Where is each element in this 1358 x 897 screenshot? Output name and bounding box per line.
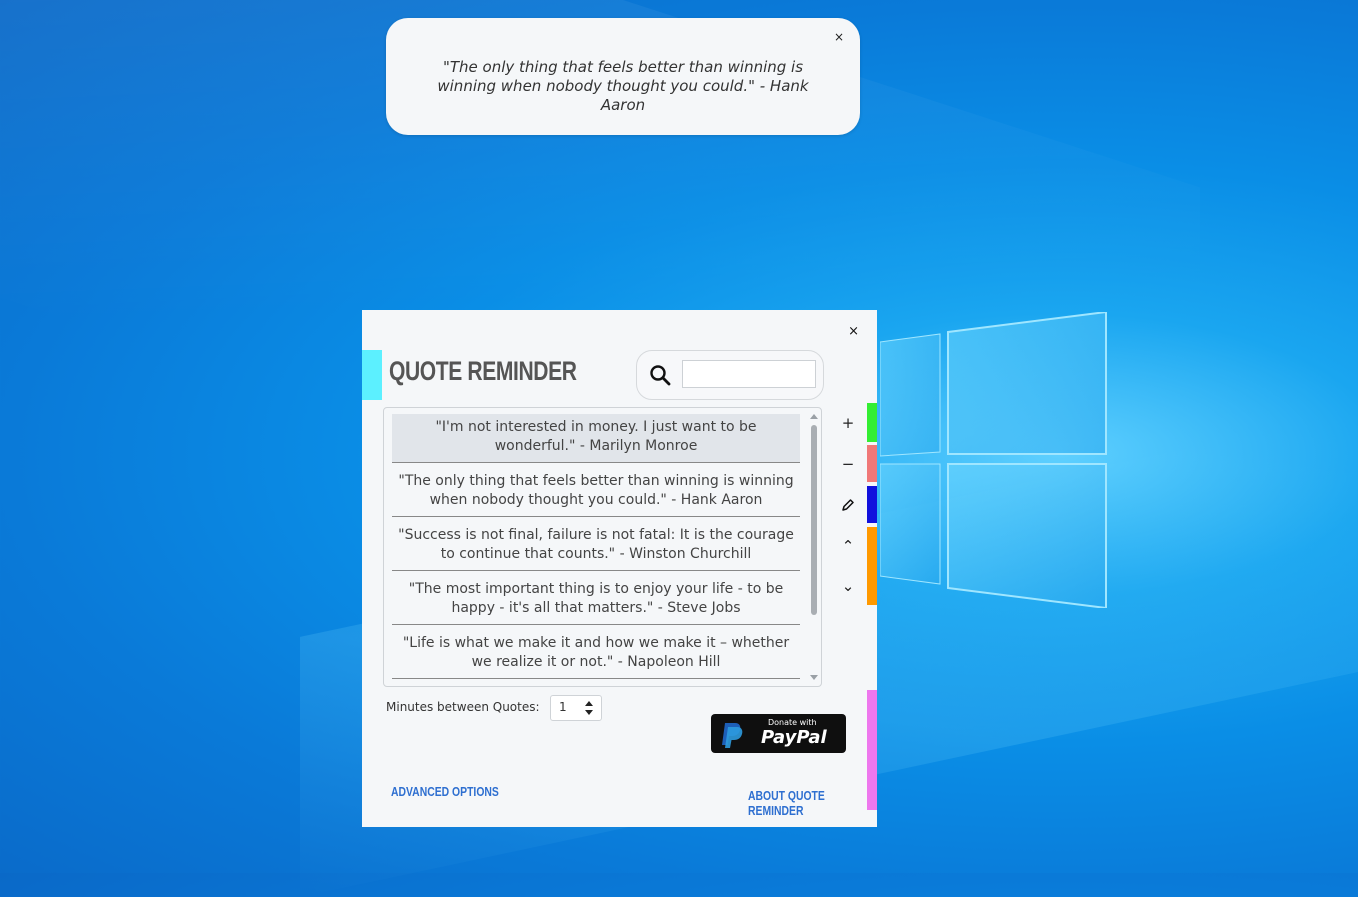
quote-list[interactable]: "I'm not interested in money. I just wan…	[383, 407, 822, 687]
add-quote-button[interactable]: +	[838, 413, 858, 433]
quote-list-items: "I'm not interested in money. I just wan…	[392, 414, 800, 679]
pencil-icon	[842, 499, 854, 511]
quote-reminder-window: × QUOTE REMINDER "I'm not interested in …	[362, 310, 877, 827]
app-title: QUOTE REMINDER	[389, 356, 577, 386]
list-item[interactable]: "Success is not final, failure is not fa…	[392, 517, 800, 571]
remove-color-strip	[867, 445, 877, 482]
remove-quote-button[interactable]: −	[838, 454, 858, 474]
stepper-down-arrow-icon[interactable]	[585, 710, 593, 715]
move-up-button[interactable]: ⌃	[838, 536, 858, 556]
search-icon[interactable]	[649, 364, 671, 386]
window-close-button[interactable]: ×	[848, 324, 859, 339]
title-accent-bar	[362, 350, 382, 400]
move-down-button[interactable]: ⌄	[838, 576, 858, 596]
paypal-big-label: PayPal	[761, 727, 827, 748]
advanced-options-link[interactable]: Advanced Options	[391, 784, 499, 799]
paypal-donate-button[interactable]: Donate with PayPal	[711, 714, 846, 753]
toast-close-button[interactable]: ×	[834, 30, 844, 44]
scroll-thumb[interactable]	[811, 425, 817, 615]
paypal-logo-icon	[722, 723, 743, 748]
list-scrollbar[interactable]	[809, 411, 819, 683]
minutes-label: Minutes between Quotes:	[386, 700, 540, 714]
minutes-stepper[interactable]: 1	[550, 695, 602, 721]
list-item[interactable]: "I'm not interested in money. I just wan…	[392, 414, 800, 463]
list-item[interactable]: "Life is what we make it and how we make…	[392, 625, 800, 679]
move-color-strip	[867, 527, 877, 605]
footer-color-strip	[867, 690, 877, 810]
stepper-up-arrow-icon[interactable]	[585, 701, 593, 706]
search-box	[636, 350, 824, 400]
edit-color-strip	[867, 486, 877, 523]
list-item[interactable]: "The most important thing is to enjoy yo…	[392, 571, 800, 625]
windows-logo-wallpaper	[880, 312, 1107, 608]
minutes-value[interactable]: 1	[559, 700, 567, 714]
about-link[interactable]: About Quote Reminder	[748, 788, 851, 818]
search-input[interactable]	[682, 360, 816, 388]
add-color-strip	[867, 403, 877, 442]
scroll-up-arrow-icon[interactable]	[810, 414, 818, 419]
list-item[interactable]: "The only thing that feels better than w…	[392, 463, 800, 517]
toast-quote-text: "The only thing that feels better than w…	[437, 58, 809, 114]
edit-quote-button[interactable]	[838, 495, 858, 515]
quote-toast: × "The only thing that feels better than…	[386, 18, 860, 135]
paypal-small-label: Donate with	[768, 718, 817, 727]
scroll-down-arrow-icon[interactable]	[810, 675, 818, 680]
